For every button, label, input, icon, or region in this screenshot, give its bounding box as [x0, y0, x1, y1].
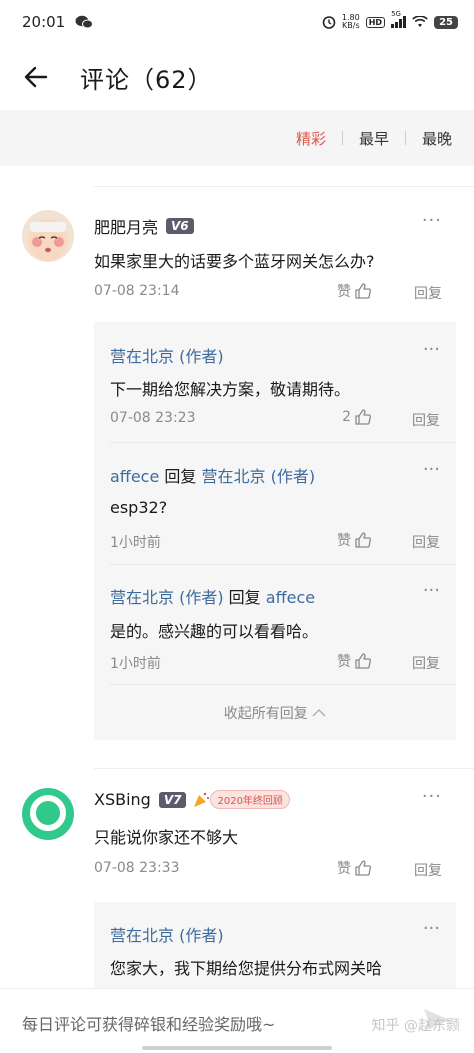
level-badge: V7: [158, 791, 187, 808]
hd-icon: HD: [365, 16, 386, 28]
sort-separator: [341, 131, 343, 145]
status-bar: 20:01 1.80 KB/s HD 5G 25: [0, 0, 474, 44]
alarm-icon: [322, 16, 336, 29]
reply-thread: 营在北京 (作者) ··· 您家大，我下期给您提供分布式网关哈: [94, 902, 456, 988]
comment-text: 只能说你家还不够大: [94, 828, 239, 847]
page-title: 评论（62）: [80, 66, 213, 94]
sort-option-latest[interactable]: 最晚: [422, 128, 452, 149]
comment-time: 07-08 23:33: [94, 860, 180, 876]
status-time: 20:01: [22, 13, 66, 31]
reply-text: 是的。感兴趣的可以看看哈。: [110, 622, 319, 641]
comment-input[interactable]: 每日评论可获得碎银和经验奖励哦~: [22, 1011, 275, 1035]
comment-time: 07-08 23:14: [94, 283, 180, 299]
header: 评论（62）: [0, 44, 474, 110]
sort-separator: [404, 131, 406, 145]
like-button[interactable]: 赞: [337, 651, 372, 671]
thumb-up-icon: [355, 283, 371, 299]
net-speed: 1.80 KB/s: [341, 13, 360, 30]
reply-button[interactable]: 回复: [412, 532, 440, 552]
reply-time: 07-08 23:23: [110, 410, 196, 426]
reply-author: 营在北京 (作者) 回复 affece: [110, 588, 316, 607]
reply-text: esp32?: [110, 498, 168, 517]
collapse-replies-button[interactable]: 收起所有回复: [94, 703, 456, 723]
avatar[interactable]: [22, 788, 74, 840]
reply-target-name[interactable]: 营在北京 (作者): [202, 467, 316, 486]
thumb-up-icon: [355, 532, 371, 548]
annual-review-badge[interactable]: 2020年终回顾: [192, 790, 290, 809]
reply-button[interactable]: 回复: [412, 410, 440, 430]
like-button[interactable]: 赞: [337, 530, 372, 550]
back-arrow-icon[interactable]: [22, 63, 50, 91]
reply-button[interactable]: 回复: [414, 283, 442, 303]
sort-option-featured[interactable]: 精彩: [296, 128, 326, 149]
more-dots-icon[interactable]: ···: [423, 918, 440, 939]
comment-author: XSBing V7 2020年终回顾: [94, 790, 290, 809]
divider: [94, 768, 474, 769]
thumb-up-icon: [355, 860, 371, 876]
more-dots-icon[interactable]: ···: [423, 580, 440, 601]
comment-text: 如果家里大的话要多个蓝牙网关怎么办?: [94, 252, 375, 271]
like-button[interactable]: 赞: [337, 858, 372, 878]
more-dots-icon[interactable]: ···: [422, 786, 442, 807]
like-button[interactable]: 赞: [337, 281, 372, 301]
reply-item: affece 回复 营在北京 (作者) ··· esp32? 1小时前 赞 回复: [94, 442, 456, 564]
comment-input-bar[interactable]: 每日评论可获得碎银和经验奖励哦~ 知乎 @赵东颢: [0, 988, 474, 1053]
like-button[interactable]: 2: [342, 408, 372, 426]
home-indicator[interactable]: [142, 1046, 332, 1050]
reply-author[interactable]: 营在北京 (作者): [110, 343, 224, 367]
reply-text: 您家大，我下期给您提供分布式网关哈: [110, 959, 383, 978]
sort-option-earliest[interactable]: 最早: [359, 128, 389, 149]
reply-item: 营在北京 (作者) ··· 您家大，我下期给您提供分布式网关哈: [94, 902, 456, 988]
author-name[interactable]: XSBing: [94, 790, 151, 809]
level-badge: V6: [166, 218, 194, 234]
chevron-up-icon: [312, 709, 326, 717]
thumb-up-icon: [355, 409, 371, 425]
avatar[interactable]: [22, 210, 74, 262]
reply-time: 1小时前: [110, 535, 161, 551]
reply-button[interactable]: 回复: [414, 860, 442, 880]
more-dots-icon[interactable]: ···: [423, 459, 440, 480]
reply-author[interactable]: 营在北京 (作者): [110, 922, 224, 946]
reply-author: affece 回复 营在北京 (作者): [110, 467, 316, 486]
wifi-icon: [412, 16, 428, 27]
divider: [94, 186, 474, 187]
author-name[interactable]: 肥肥月亮: [94, 214, 158, 238]
reply-button[interactable]: 回复: [412, 653, 440, 673]
divider: [110, 684, 456, 685]
thumb-up-icon: [355, 653, 371, 669]
party-popper-icon: [194, 792, 210, 807]
signal-icon: 5G: [391, 10, 407, 28]
sort-bar: 精彩 最早 最晚: [0, 110, 474, 166]
watermark: 知乎 @赵东颢: [371, 1018, 460, 1034]
reply-target-name[interactable]: affece: [266, 588, 315, 607]
battery-icon: 25: [434, 15, 458, 29]
reply-thread: 营在北京 (作者) ··· 下一期给您解决方案，敬请期待。 07-08 23:2…: [94, 322, 456, 740]
reply-time: 1小时前: [110, 656, 161, 672]
reply-author-name[interactable]: 营在北京 (作者): [110, 588, 224, 607]
wechat-icon: [75, 15, 94, 29]
reply-text: 下一期给您解决方案，敬请期待。: [110, 380, 351, 399]
more-dots-icon[interactable]: ···: [422, 210, 442, 231]
comment-author: 肥肥月亮 V6: [94, 214, 194, 238]
reply-item: 营在北京 (作者) ··· 下一期给您解决方案，敬请期待。 07-08 23:2…: [94, 322, 456, 442]
reply-item: 营在北京 (作者) 回复 affece ··· 是的。感兴趣的可以看看哈。 1小…: [94, 564, 456, 684]
reply-author-name[interactable]: affece: [110, 467, 159, 486]
more-dots-icon[interactable]: ···: [423, 339, 440, 360]
